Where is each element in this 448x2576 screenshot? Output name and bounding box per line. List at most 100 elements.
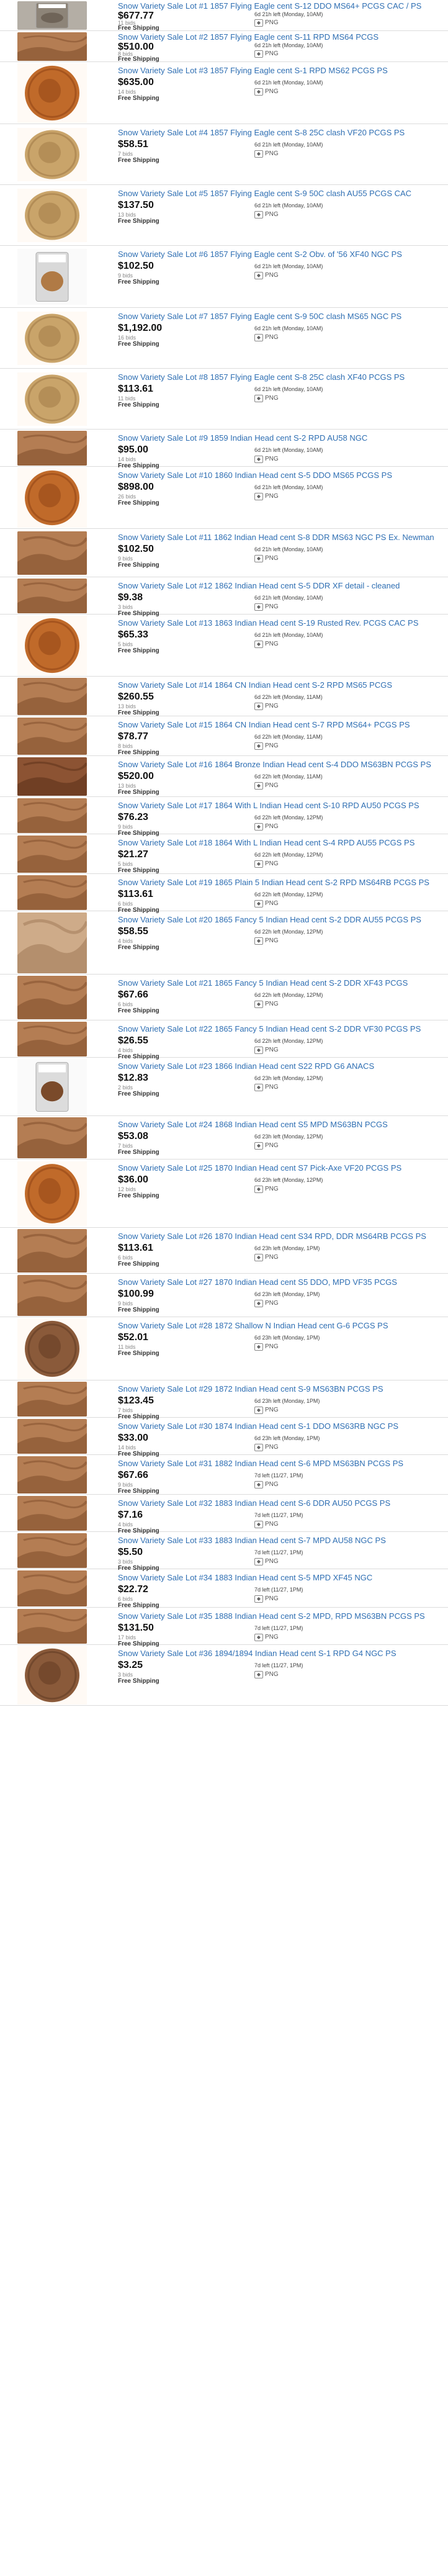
listing-item[interactable]: Snow Variety Sale Lot #21 1865 Fancy 5 I… bbox=[0, 975, 448, 1020]
coin-thumbnail[interactable] bbox=[17, 531, 87, 575]
coin-thumbnail[interactable] bbox=[17, 189, 87, 242]
listing-item[interactable]: Snow Variety Sale Lot #10 1860 Indian He… bbox=[0, 467, 448, 529]
listing-title-link[interactable]: Snow Variety Sale Lot #23 1866 Indian He… bbox=[118, 1061, 443, 1071]
listing-title-link[interactable]: Snow Variety Sale Lot #9 1859 Indian Hea… bbox=[118, 433, 443, 443]
listing-item[interactable]: Snow Variety Sale Lot #6 1857 Flying Eag… bbox=[0, 246, 448, 308]
coin-thumbnail[interactable] bbox=[17, 1570, 87, 1606]
coin-thumbnail[interactable] bbox=[17, 976, 87, 1019]
coin-thumbnail[interactable] bbox=[17, 1318, 87, 1379]
listing-title-link[interactable]: Snow Variety Sale Lot #8 1857 Flying Eag… bbox=[118, 372, 443, 382]
coin-thumbnail[interactable] bbox=[17, 835, 87, 873]
coin-thumbnail[interactable] bbox=[17, 1609, 87, 1644]
listing-title-link[interactable]: Snow Variety Sale Lot #18 1864 With L In… bbox=[118, 838, 443, 848]
listing-title-link[interactable]: Snow Variety Sale Lot #30 1874 Indian He… bbox=[118, 1421, 443, 1431]
coin-thumbnail[interactable] bbox=[17, 249, 87, 305]
coin-thumbnail[interactable] bbox=[17, 1419, 87, 1454]
listing-title-link[interactable]: Snow Variety Sale Lot #3 1857 Flying Eag… bbox=[118, 66, 443, 76]
listing-title-link[interactable]: Snow Variety Sale Lot #10 1860 Indian He… bbox=[118, 471, 443, 480]
listing-item[interactable]: Snow Variety Sale Lot #36 1894/1894 Indi… bbox=[0, 1645, 448, 1706]
listing-title-link[interactable]: Snow Variety Sale Lot #17 1864 With L In… bbox=[118, 801, 443, 811]
listing-title-link[interactable]: Snow Variety Sale Lot #6 1857 Flying Eag… bbox=[118, 250, 443, 259]
listing-item[interactable]: Snow Variety Sale Lot #27 1870 Indian He… bbox=[0, 1274, 448, 1317]
listing-item[interactable]: Snow Variety Sale Lot #25 1870 Indian He… bbox=[0, 1160, 448, 1228]
coin-thumbnail[interactable] bbox=[17, 579, 87, 613]
listing-title-link[interactable]: Snow Variety Sale Lot #21 1865 Fancy 5 I… bbox=[118, 978, 443, 988]
coin-thumbnail[interactable] bbox=[17, 1, 87, 30]
listing-item[interactable]: Snow Variety Sale Lot #33 1883 Indian He… bbox=[0, 1532, 448, 1572]
coin-thumbnail[interactable] bbox=[17, 678, 87, 715]
listing-title-link[interactable]: Snow Variety Sale Lot #15 1864 CN Indian… bbox=[118, 720, 443, 730]
listing-title-link[interactable]: Snow Variety Sale Lot #20 1865 Fancy 5 I… bbox=[118, 915, 443, 925]
listing-title-link[interactable]: Snow Variety Sale Lot #19 1865 Plain 5 I… bbox=[118, 878, 443, 888]
listing-title-link[interactable]: Snow Variety Sale Lot #26 1870 Indian He… bbox=[118, 1232, 443, 1241]
listing-item[interactable]: Snow Variety Sale Lot #35 1888 Indian He… bbox=[0, 1608, 448, 1647]
coin-thumbnail[interactable] bbox=[17, 312, 87, 365]
listing-item[interactable]: Snow Variety Sale Lot #16 1864 Bronze In… bbox=[0, 756, 448, 797]
listing-item[interactable]: Snow Variety Sale Lot #34 1883 Indian He… bbox=[0, 1569, 448, 1609]
listing-item[interactable]: Snow Variety Sale Lot #7 1857 Flying Eag… bbox=[0, 308, 448, 369]
coin-thumbnail[interactable] bbox=[17, 1229, 87, 1272]
coin-thumbnail[interactable] bbox=[17, 1117, 87, 1158]
coin-thumbnail[interactable] bbox=[17, 372, 87, 426]
listing-item[interactable]: Snow Variety Sale Lot #26 1870 Indian He… bbox=[0, 1228, 448, 1274]
listing-title-link[interactable]: Snow Variety Sale Lot #7 1857 Flying Eag… bbox=[118, 312, 443, 322]
coin-thumbnail[interactable] bbox=[17, 718, 87, 755]
coin-thumbnail[interactable] bbox=[17, 912, 87, 973]
coin-thumbnail[interactable] bbox=[17, 32, 87, 61]
listing-title-link[interactable]: Snow Variety Sale Lot #14 1864 CN Indian… bbox=[118, 680, 443, 690]
coin-thumbnail[interactable] bbox=[17, 1533, 87, 1568]
listing-item[interactable]: Snow Variety Sale Lot #20 1865 Fancy 5 I… bbox=[0, 911, 448, 975]
listing-title-link[interactable]: Snow Variety Sale Lot #1 1857 Flying Eag… bbox=[118, 1, 443, 11]
coin-thumbnail[interactable] bbox=[17, 468, 87, 528]
coin-thumbnail[interactable] bbox=[17, 1275, 87, 1316]
listing-title-link[interactable]: Snow Variety Sale Lot #5 1857 Flying Eag… bbox=[118, 189, 443, 199]
listing-title-link[interactable]: Snow Variety Sale Lot #16 1864 Bronze In… bbox=[118, 760, 443, 770]
coin-thumbnail[interactable] bbox=[17, 431, 87, 466]
listing-item[interactable]: Snow Variety Sale Lot #29 1872 Indian He… bbox=[0, 1380, 448, 1420]
listing-item[interactable]: Snow Variety Sale Lot #9 1859 Indian Hea… bbox=[0, 430, 448, 469]
listing-item[interactable]: Snow Variety Sale Lot #12 1862 Indian He… bbox=[0, 577, 448, 617]
coin-thumbnail[interactable] bbox=[17, 1496, 87, 1531]
listing-title-link[interactable]: Snow Variety Sale Lot #22 1865 Fancy 5 I… bbox=[118, 1024, 443, 1034]
coin-thumbnail[interactable] bbox=[17, 798, 87, 833]
coin-thumbnail[interactable] bbox=[17, 1646, 87, 1705]
coin-thumbnail[interactable] bbox=[17, 1059, 87, 1115]
coin-thumbnail[interactable] bbox=[17, 757, 87, 796]
listing-item[interactable]: Snow Variety Sale Lot #24 1868 Indian He… bbox=[0, 1116, 448, 1160]
listing-title-link[interactable]: Snow Variety Sale Lot #32 1883 Indian He… bbox=[118, 1498, 443, 1508]
listing-item[interactable]: Snow Variety Sale Lot #32 1883 Indian He… bbox=[0, 1495, 448, 1534]
coin-thumbnail[interactable] bbox=[17, 1456, 87, 1493]
listing-item[interactable]: Snow Variety Sale Lot #5 1857 Flying Eag… bbox=[0, 185, 448, 246]
listing-title-link[interactable]: Snow Variety Sale Lot #2 1857 Flying Eag… bbox=[118, 32, 443, 42]
listing-title-link[interactable]: Snow Variety Sale Lot #13 1863 Indian He… bbox=[118, 618, 443, 628]
listing-title-link[interactable]: Snow Variety Sale Lot #25 1870 Indian He… bbox=[118, 1163, 443, 1173]
listing-item[interactable]: Snow Variety Sale Lot #23 1866 Indian He… bbox=[0, 1058, 448, 1116]
listing-item[interactable]: Snow Variety Sale Lot #31 1882 Indian He… bbox=[0, 1455, 448, 1495]
listing-item[interactable]: Snow Variety Sale Lot #2 1857 Flying Eag… bbox=[0, 31, 448, 63]
listing-item[interactable]: Snow Variety Sale Lot #30 1874 Indian He… bbox=[0, 1418, 448, 1457]
listing-item[interactable]: Snow Variety Sale Lot #11 1862 Indian He… bbox=[0, 529, 448, 577]
listing-title-link[interactable]: Snow Variety Sale Lot #24 1868 Indian He… bbox=[118, 1120, 443, 1130]
coin-thumbnail[interactable] bbox=[17, 1382, 87, 1416]
listing-title-link[interactable]: Snow Variety Sale Lot #33 1883 Indian He… bbox=[118, 1536, 443, 1546]
coin-thumbnail[interactable] bbox=[17, 63, 87, 123]
listing-item[interactable]: Snow Variety Sale Lot #22 1865 Fancy 5 I… bbox=[0, 1020, 448, 1060]
listing-item[interactable]: Snow Variety Sale Lot #3 1857 Flying Eag… bbox=[0, 62, 448, 124]
listing-item[interactable]: Snow Variety Sale Lot #28 1872 Shallow N… bbox=[0, 1317, 448, 1380]
listing-title-link[interactable]: Snow Variety Sale Lot #28 1872 Shallow N… bbox=[118, 1321, 443, 1331]
listing-item[interactable]: Snow Variety Sale Lot #17 1864 With L In… bbox=[0, 797, 448, 837]
coin-thumbnail[interactable] bbox=[17, 1022, 87, 1056]
listing-title-link[interactable]: Snow Variety Sale Lot #29 1872 Indian He… bbox=[118, 1384, 443, 1394]
coin-thumbnail[interactable] bbox=[17, 128, 87, 181]
listing-item[interactable]: Snow Variety Sale Lot #4 1857 Flying Eag… bbox=[0, 124, 448, 185]
listing-title-link[interactable]: Snow Variety Sale Lot #27 1870 Indian He… bbox=[118, 1277, 443, 1287]
listing-title-link[interactable]: Snow Variety Sale Lot #11 1862 Indian He… bbox=[118, 533, 443, 543]
listing-title-link[interactable]: Snow Variety Sale Lot #12 1862 Indian He… bbox=[118, 581, 443, 591]
listing-title-link[interactable]: Snow Variety Sale Lot #31 1882 Indian He… bbox=[118, 1459, 443, 1469]
listing-item[interactable]: Snow Variety Sale Lot #1 1857 Flying Eag… bbox=[0, 0, 448, 32]
coin-thumbnail[interactable] bbox=[17, 1161, 87, 1226]
listing-item[interactable]: Snow Variety Sale Lot #14 1864 CN Indian… bbox=[0, 677, 448, 716]
listing-item[interactable]: Snow Variety Sale Lot #13 1863 Indian He… bbox=[0, 615, 448, 677]
listing-title-link[interactable]: Snow Variety Sale Lot #34 1883 Indian He… bbox=[118, 1573, 443, 1583]
listing-title-link[interactable]: Snow Variety Sale Lot #4 1857 Flying Eag… bbox=[118, 128, 443, 138]
